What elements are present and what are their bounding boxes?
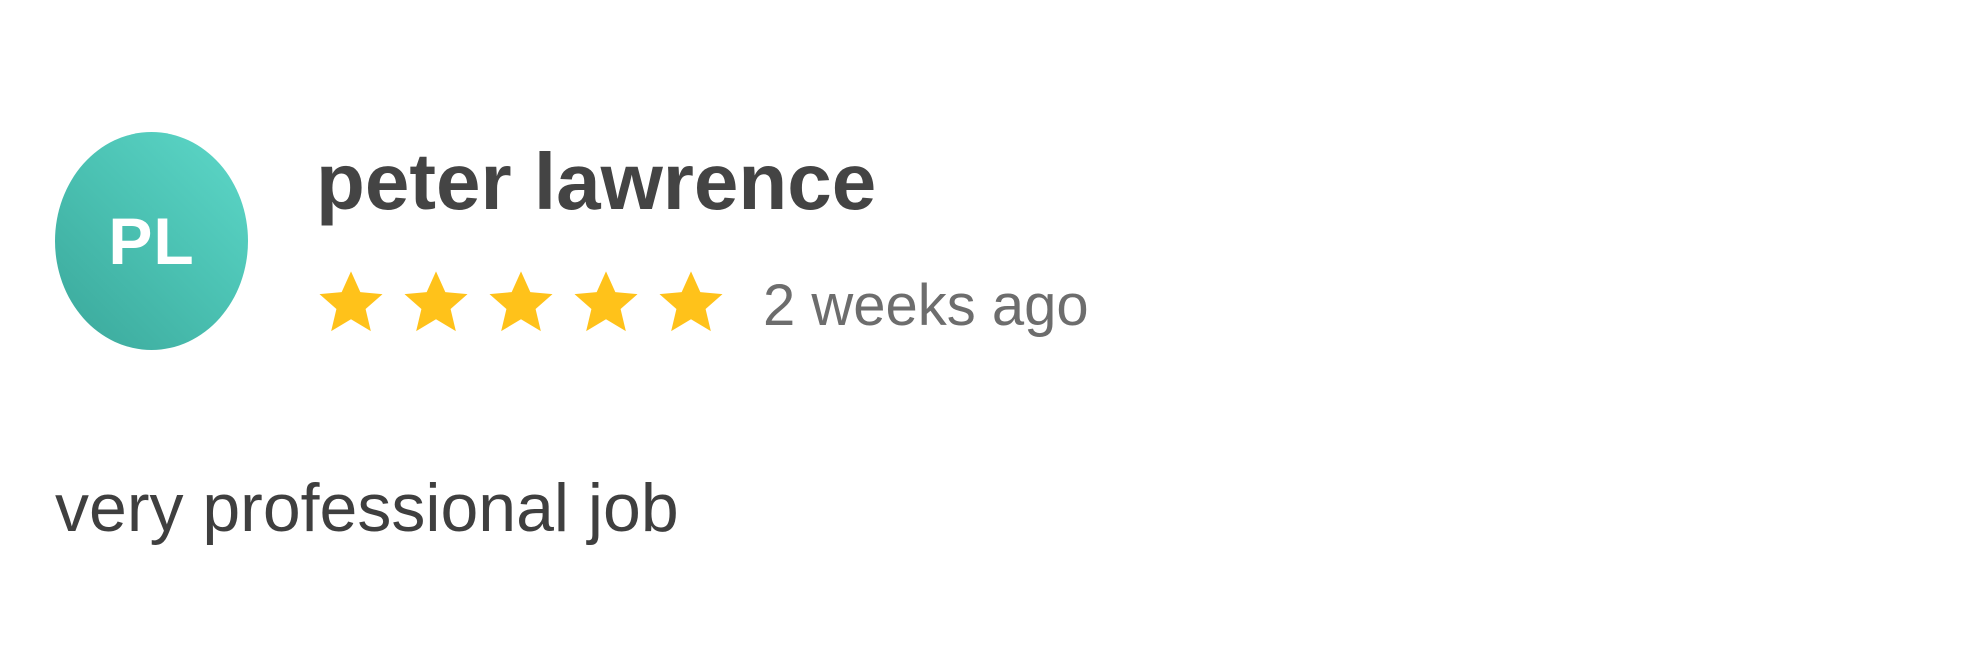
reviewer-name: peter lawrence: [316, 137, 877, 226]
review-date: 2 weeks ago: [763, 273, 1089, 338]
star-icon: [571, 264, 641, 340]
star-icon: [656, 264, 726, 340]
star-icon: [401, 264, 471, 340]
review-text: very professional job: [55, 470, 679, 546]
star-icon: [316, 264, 386, 340]
review-card: PL peter lawrence 2 weeks ago very profe…: [0, 0, 1988, 660]
avatar-initials: PL: [108, 204, 195, 278]
star-icon: [486, 264, 556, 340]
rating-row: 2 weeks ago: [316, 262, 1089, 342]
star-rating: [316, 264, 741, 340]
avatar: PL: [55, 132, 248, 350]
